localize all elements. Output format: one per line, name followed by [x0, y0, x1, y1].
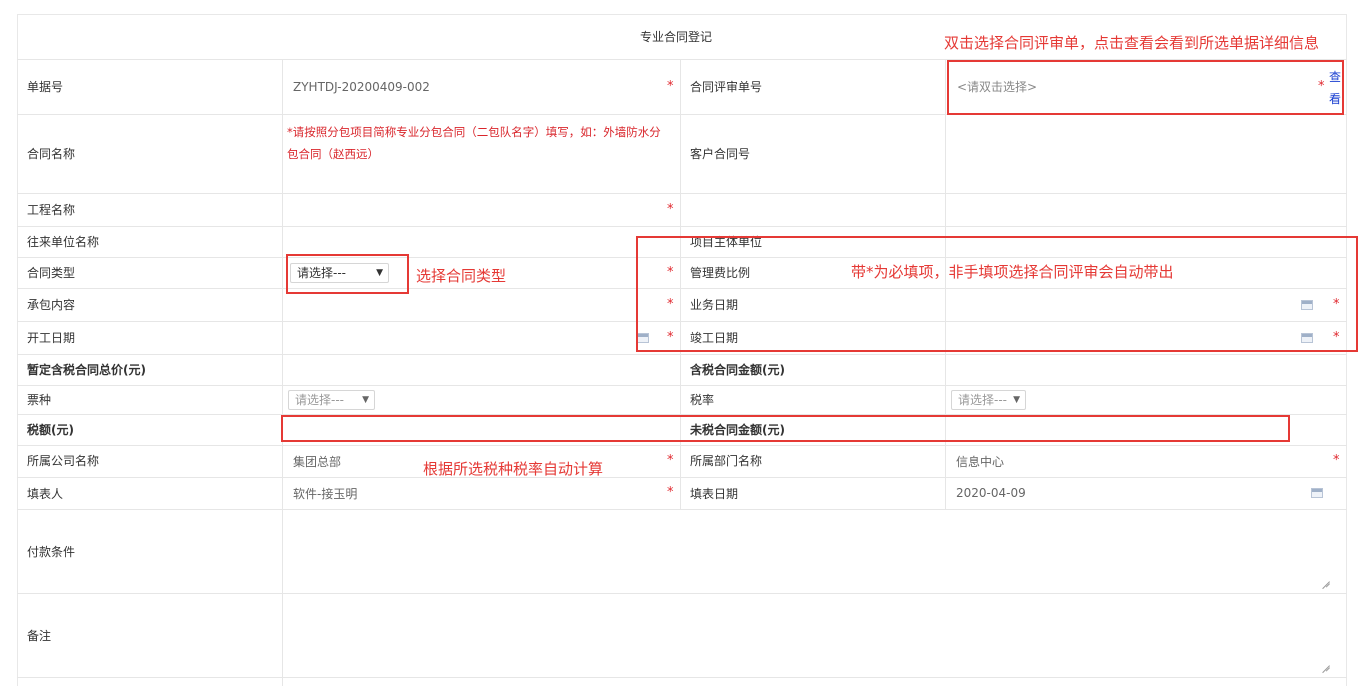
partner-name-label: 往来单位名称 — [27, 235, 100, 249]
est-total-price-input[interactable] — [287, 357, 672, 385]
required-annotation: 带*为必填项，非手填项选择合同评审会自动带出 — [851, 263, 1174, 281]
tax-annotation-box — [281, 415, 1290, 442]
tax-amount-label: 税额(元) — [27, 423, 74, 437]
required-annotation-box — [636, 236, 1358, 352]
row-divider — [17, 385, 1347, 386]
row-divider — [17, 193, 1347, 194]
start-date-label: 开工日期 — [27, 331, 76, 345]
row-divider — [17, 677, 1347, 678]
department-name-label: 所属部门名称 — [690, 454, 763, 468]
contract-type-label: 合同类型 — [27, 266, 76, 280]
type-annotation: 选择合同类型 — [416, 267, 507, 285]
dropdown-arrow-icon: ▼ — [362, 395, 369, 405]
contract-content-input[interactable] — [287, 292, 662, 320]
row-divider — [17, 477, 1347, 478]
review-no-label: 合同评审单号 — [690, 80, 763, 94]
row-divider — [17, 226, 1347, 227]
fill-date-label: 填表日期 — [690, 487, 739, 501]
required-mark: * — [667, 485, 674, 500]
resize-handle-icon[interactable] — [1322, 574, 1330, 582]
tax-incl-amount-input[interactable] — [950, 357, 1340, 385]
contract-content-label: 承包内容 — [27, 298, 76, 312]
form-title: 专业合同登记 — [640, 30, 713, 44]
start-date-input[interactable] — [287, 325, 647, 353]
payment-terms-label: 付款条件 — [27, 545, 76, 559]
column-divider — [282, 59, 283, 686]
filler-value[interactable]: 软件-接玉明 — [293, 486, 357, 502]
tax-rate-selected: 请选择--- — [958, 393, 1007, 407]
fill-date-value[interactable]: 2020-04-09 — [956, 485, 1026, 501]
filler-label: 填表人 — [27, 487, 64, 501]
invoice-type-selected: 请选择--- — [295, 393, 344, 407]
type-annotation-box — [286, 254, 409, 294]
calendar-icon[interactable] — [1311, 488, 1323, 498]
resize-handle-icon[interactable] — [1322, 658, 1330, 666]
row-divider — [17, 509, 1347, 510]
doc-no-value[interactable]: ZYHTDJ-20200409-002 — [293, 79, 430, 95]
partner-name-input[interactable] — [287, 229, 662, 257]
required-mark: * — [667, 79, 674, 94]
review-annotation-box — [947, 60, 1344, 115]
tax-incl-amount-label: 含税合同金额(元) — [690, 363, 785, 377]
tax-rate-select[interactable]: 请选择--- ▼ — [951, 390, 1026, 410]
department-name-value[interactable]: 信息中心 — [956, 454, 1004, 470]
customer-contract-no-input[interactable] — [950, 140, 1340, 168]
project-name-label: 工程名称 — [27, 203, 76, 217]
payment-terms-textarea[interactable] — [287, 514, 1332, 584]
company-name-value[interactable]: 集团总部 — [293, 454, 341, 470]
tax-annotation: 根据所选税种税率自动计算 — [423, 460, 604, 478]
invoice-type-select[interactable]: 请选择--- ▼ — [288, 390, 375, 410]
invoice-type-label: 票种 — [27, 393, 52, 407]
review-annotation: 双击选择合同评审单，点击查看会看到所选单据详细信息 — [944, 34, 1320, 52]
row-divider — [17, 593, 1347, 594]
project-name-input[interactable] — [287, 197, 662, 225]
tax-rate-label: 税率 — [690, 393, 715, 407]
dropdown-arrow-icon: ▼ — [1013, 395, 1020, 405]
contract-name-hint[interactable]: *请按照分包项目简称专业分包合同（二包队名字）填写，如：外墙防水分包合同（赵西远… — [287, 121, 671, 165]
customer-contract-no-label: 客户合同号 — [690, 147, 751, 161]
remarks-label: 备注 — [27, 629, 52, 643]
row-divider — [17, 445, 1347, 446]
doc-no-label: 单据号 — [27, 80, 64, 94]
est-total-price-label: 暂定含税合同总价(元) — [27, 363, 146, 377]
row-divider — [17, 354, 1347, 355]
remarks-textarea[interactable] — [287, 598, 1332, 668]
required-mark: * — [667, 202, 674, 217]
required-mark: * — [1333, 453, 1340, 468]
required-mark: * — [667, 453, 674, 468]
company-name-label: 所属公司名称 — [27, 454, 100, 468]
contract-name-label: 合同名称 — [27, 147, 76, 161]
